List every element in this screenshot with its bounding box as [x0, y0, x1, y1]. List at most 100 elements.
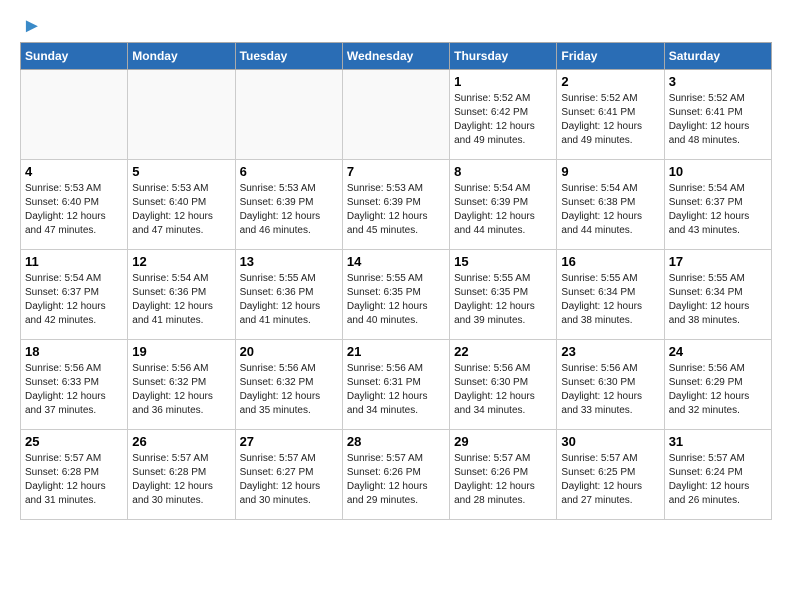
logo-arrow-icon: ►	[22, 16, 42, 36]
day-info: Sunrise: 5:54 AM Sunset: 6:36 PM Dayligh…	[132, 272, 230, 328]
day-info: Sunrise: 5:57 AM Sunset: 6:26 PM Dayligh…	[454, 452, 552, 508]
calendar-day-cell: 8 Sunrise: 5:54 AM Sunset: 6:39 PM Daylig…	[450, 160, 557, 250]
day-number: 27	[240, 434, 338, 449]
day-number: 22	[454, 344, 552, 359]
day-info: Sunrise: 5:57 AM Sunset: 6:26 PM Dayligh…	[347, 452, 445, 508]
day-number: 6	[240, 164, 338, 179]
day-number: 29	[454, 434, 552, 449]
day-number: 9	[561, 164, 659, 179]
day-number: 4	[25, 164, 123, 179]
calendar-day-cell: 16 Sunrise: 5:55 AM Sunset: 6:34 PM Dayli…	[557, 250, 664, 340]
weekday-header-sunday: Sunday	[21, 43, 128, 70]
calendar-day-cell: 20 Sunrise: 5:56 AM Sunset: 6:32 PM Dayli…	[235, 340, 342, 430]
calendar-day-cell: 7 Sunrise: 5:53 AM Sunset: 6:39 PM Daylig…	[342, 160, 449, 250]
calendar-day-cell: 26Sunrise: 5:57 AM Sunset: 6:28 PM Dayli…	[128, 430, 235, 520]
calendar-header-row: SundayMondayTuesdayWednesdayThursdayFrid…	[21, 43, 772, 70]
calendar-day-cell: 4Sunrise: 5:53 AM Sunset: 6:40 PM Daylig…	[21, 160, 128, 250]
day-number: 31	[669, 434, 767, 449]
day-number: 13	[240, 254, 338, 269]
weekday-header-tuesday: Tuesday	[235, 43, 342, 70]
calendar-day-cell: 27Sunrise: 5:57 AM Sunset: 6:27 PM Dayli…	[235, 430, 342, 520]
day-number: 20	[240, 344, 338, 359]
day-number: 8	[454, 164, 552, 179]
calendar-day-cell: 29 Sunrise: 5:57 AM Sunset: 6:26 PM Dayli…	[450, 430, 557, 520]
day-info: Sunrise: 5:56 AM Sunset: 6:32 PM Dayligh…	[132, 362, 230, 418]
calendar-day-cell	[21, 70, 128, 160]
calendar-day-cell: 2 Sunrise: 5:52 AM Sunset: 6:41 PM Daylig…	[557, 70, 664, 160]
day-info: Sunrise: 5:56 AM Sunset: 6:29 PM Dayligh…	[669, 362, 767, 418]
day-number: 1	[454, 74, 552, 89]
day-number: 7	[347, 164, 445, 179]
calendar-day-cell: 23 Sunrise: 5:56 AM Sunset: 6:30 PM Dayli…	[557, 340, 664, 430]
day-info: Sunrise: 5:53 AM Sunset: 6:39 PM Dayligh…	[240, 182, 338, 238]
calendar-day-cell: 12 Sunrise: 5:54 AM Sunset: 6:36 PM Dayli…	[128, 250, 235, 340]
calendar-week-row: 18 Sunrise: 5:56 AM Sunset: 6:33 PM Dayli…	[21, 340, 772, 430]
day-number: 26	[132, 434, 230, 449]
day-info: Sunrise: 5:55 AM Sunset: 6:35 PM Dayligh…	[347, 272, 445, 328]
weekday-header-thursday: Thursday	[450, 43, 557, 70]
day-info: Sunrise: 5:52 AM Sunset: 6:41 PM Dayligh…	[669, 92, 767, 148]
day-number: 16	[561, 254, 659, 269]
day-number: 3	[669, 74, 767, 89]
calendar-week-row: 11 Sunrise: 5:54 AM Sunset: 6:37 PM Dayli…	[21, 250, 772, 340]
calendar-day-cell: 24 Sunrise: 5:56 AM Sunset: 6:29 PM Dayli…	[664, 340, 771, 430]
day-number: 2	[561, 74, 659, 89]
day-info: Sunrise: 5:56 AM Sunset: 6:33 PM Dayligh…	[25, 362, 123, 418]
day-info: Sunrise: 5:55 AM Sunset: 6:35 PM Dayligh…	[454, 272, 552, 328]
day-info: Sunrise: 5:57 AM Sunset: 6:28 PM Dayligh…	[25, 452, 123, 508]
day-info: Sunrise: 5:53 AM Sunset: 6:40 PM Dayligh…	[132, 182, 230, 238]
day-info: Sunrise: 5:56 AM Sunset: 6:30 PM Dayligh…	[561, 362, 659, 418]
calendar-day-cell: 1Sunrise: 5:52 AM Sunset: 6:42 PM Daylig…	[450, 70, 557, 160]
page-header: ►	[20, 16, 772, 32]
day-info: Sunrise: 5:57 AM Sunset: 6:25 PM Dayligh…	[561, 452, 659, 508]
day-number: 23	[561, 344, 659, 359]
day-info: Sunrise: 5:54 AM Sunset: 6:37 PM Dayligh…	[669, 182, 767, 238]
calendar-day-cell: 3 Sunrise: 5:52 AM Sunset: 6:41 PM Daylig…	[664, 70, 771, 160]
calendar-week-row: 1Sunrise: 5:52 AM Sunset: 6:42 PM Daylig…	[21, 70, 772, 160]
day-number: 17	[669, 254, 767, 269]
calendar-day-cell: 31 Sunrise: 5:57 AM Sunset: 6:24 PM Dayli…	[664, 430, 771, 520]
day-number: 18	[25, 344, 123, 359]
calendar-day-cell: 5 Sunrise: 5:53 AM Sunset: 6:40 PM Daylig…	[128, 160, 235, 250]
calendar-week-row: 4 Sunrise: 5:53 AM Sunset: 6:40 PM Daylig…	[21, 160, 772, 250]
weekday-header-wednesday: Wednesday	[342, 43, 449, 70]
day-info: Sunrise: 5:56 AM Sunset: 6:31 PM Dayligh…	[347, 362, 445, 418]
calendar-day-cell: 28Sunrise: 5:57 AM Sunset: 6:26 PM Dayli…	[342, 430, 449, 520]
day-number: 24	[669, 344, 767, 359]
day-info: Sunrise: 5:53 AM Sunset: 6:39 PM Dayligh…	[347, 182, 445, 238]
day-number: 15	[454, 254, 552, 269]
day-number: 11	[25, 254, 123, 269]
calendar-day-cell: 30 Sunrise: 5:57 AM Sunset: 6:25 PM Dayli…	[557, 430, 664, 520]
calendar-day-cell	[235, 70, 342, 160]
calendar-day-cell: 21 Sunrise: 5:56 AM Sunset: 6:31 PM Dayli…	[342, 340, 449, 430]
day-info: Sunrise: 5:57 AM Sunset: 6:24 PM Dayligh…	[669, 452, 767, 508]
calendar-day-cell: 10Sunrise: 5:54 AM Sunset: 6:37 PM Dayli…	[664, 160, 771, 250]
day-info: Sunrise: 5:56 AM Sunset: 6:30 PM Dayligh…	[454, 362, 552, 418]
day-number: 30	[561, 434, 659, 449]
day-info: Sunrise: 5:54 AM Sunset: 6:39 PM Dayligh…	[454, 182, 552, 238]
day-number: 19	[132, 344, 230, 359]
calendar-day-cell: 15 Sunrise: 5:55 AM Sunset: 6:35 PM Dayli…	[450, 250, 557, 340]
calendar-day-cell	[128, 70, 235, 160]
calendar-week-row: 25 Sunrise: 5:57 AM Sunset: 6:28 PM Dayli…	[21, 430, 772, 520]
logo: ►	[20, 16, 42, 32]
calendar-day-cell: 18 Sunrise: 5:56 AM Sunset: 6:33 PM Dayli…	[21, 340, 128, 430]
day-info: Sunrise: 5:54 AM Sunset: 6:38 PM Dayligh…	[561, 182, 659, 238]
day-info: Sunrise: 5:56 AM Sunset: 6:32 PM Dayligh…	[240, 362, 338, 418]
day-info: Sunrise: 5:54 AM Sunset: 6:37 PM Dayligh…	[25, 272, 123, 328]
day-number: 5	[132, 164, 230, 179]
day-number: 14	[347, 254, 445, 269]
calendar-day-cell: 19 Sunrise: 5:56 AM Sunset: 6:32 PM Dayli…	[128, 340, 235, 430]
day-number: 21	[347, 344, 445, 359]
day-info: Sunrise: 5:55 AM Sunset: 6:34 PM Dayligh…	[669, 272, 767, 328]
calendar-table: SundayMondayTuesdayWednesdayThursdayFrid…	[20, 42, 772, 520]
calendar-day-cell: 25 Sunrise: 5:57 AM Sunset: 6:28 PM Dayli…	[21, 430, 128, 520]
day-info: Sunrise: 5:55 AM Sunset: 6:34 PM Dayligh…	[561, 272, 659, 328]
weekday-header-friday: Friday	[557, 43, 664, 70]
day-number: 12	[132, 254, 230, 269]
day-number: 25	[25, 434, 123, 449]
day-info: Sunrise: 5:55 AM Sunset: 6:36 PM Dayligh…	[240, 272, 338, 328]
day-info: Sunrise: 5:52 AM Sunset: 6:41 PM Dayligh…	[561, 92, 659, 148]
calendar-day-cell: 9 Sunrise: 5:54 AM Sunset: 6:38 PM Daylig…	[557, 160, 664, 250]
weekday-header-saturday: Saturday	[664, 43, 771, 70]
